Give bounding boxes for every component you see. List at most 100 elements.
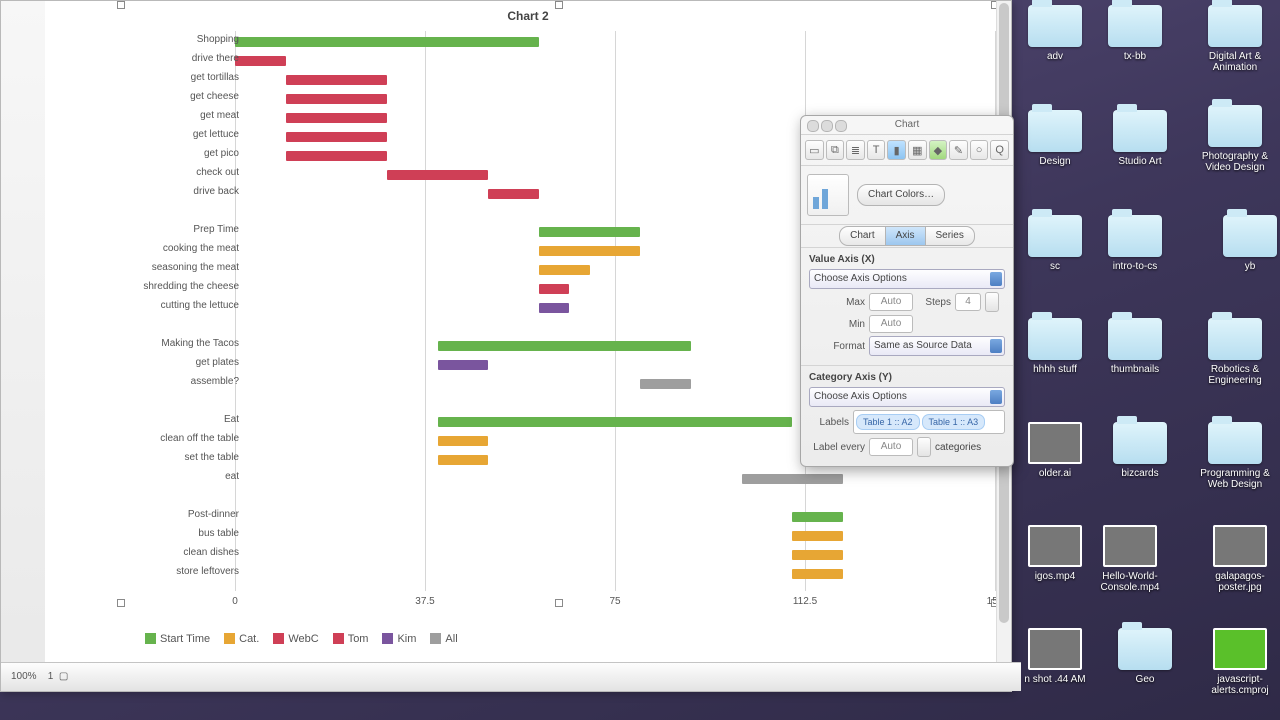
metrics-inspector-icon[interactable]: ✎	[949, 140, 968, 160]
category-label: Prep Time	[69, 224, 239, 235]
desktop-folder[interactable]: Design	[1010, 110, 1100, 167]
selection-handle-icon[interactable]	[117, 1, 125, 9]
legend-label[interactable]: Tom	[348, 633, 369, 645]
wrap-inspector-icon[interactable]: ≣	[846, 140, 865, 160]
desktop-folder[interactable]: thumbnails	[1090, 318, 1180, 375]
cell-ref-token[interactable]: Table 1 :: A3	[922, 414, 986, 430]
desktop-folder[interactable]: Photography & Video Design	[1190, 105, 1280, 173]
selection-handle-icon[interactable]	[555, 1, 563, 9]
tab-chart[interactable]: Chart	[839, 226, 885, 246]
desktop-folder[interactable]: adv	[1010, 5, 1100, 62]
steps-stepper[interactable]	[985, 292, 999, 312]
gantt-bar[interactable]	[286, 151, 387, 161]
category-label: shredding the cheese	[69, 281, 239, 292]
gantt-bar[interactable]	[235, 37, 539, 47]
chart-type-thumbnail[interactable]	[807, 174, 849, 216]
legend-label[interactable]: Kim	[397, 633, 416, 645]
zoom-icon[interactable]	[835, 120, 847, 132]
gantt-bar[interactable]	[438, 455, 489, 465]
folder-icon	[1108, 5, 1162, 47]
desktop-folder[interactable]: yb	[1205, 215, 1280, 272]
gantt-bar[interactable]	[438, 417, 793, 427]
chart-inspector-panel[interactable]: Chart ▭ ⧉ ≣ T ▮ ▦ ◆ ✎ ○ Q Chart Colors… …	[800, 115, 1014, 467]
legend-label[interactable]: Cat.	[239, 633, 259, 645]
selection-handle-icon[interactable]	[117, 599, 125, 607]
min-input[interactable]: Auto	[869, 315, 913, 333]
format-label: Format	[809, 341, 865, 352]
gantt-bar[interactable]	[286, 132, 387, 142]
desktop-folder[interactable]: hhhh stuff	[1010, 318, 1100, 375]
gantt-bar[interactable]	[792, 550, 843, 560]
text-inspector-icon[interactable]: T	[867, 140, 886, 160]
quicktime-inspector-icon[interactable]: Q	[990, 140, 1009, 160]
desktop-folder[interactable]: tx-bb	[1090, 5, 1180, 62]
gantt-bar[interactable]	[438, 341, 691, 351]
chart-legend[interactable]: Start Time Cat. WebC Tom Kim All	[135, 633, 458, 645]
format-select[interactable]: Same as Source Data	[869, 336, 1005, 356]
label-every-stepper[interactable]	[917, 437, 931, 457]
labels-token-field[interactable]: Table 1 :: A2 Table 1 :: A3	[853, 410, 1005, 434]
page-thumbnail-strip[interactable]	[1, 1, 46, 691]
tab-axis[interactable]: Axis	[886, 226, 925, 246]
desktop-folder[interactable]: Robotics & Engineering	[1190, 318, 1280, 386]
close-icon[interactable]	[807, 120, 819, 132]
gantt-bar[interactable]	[792, 569, 843, 579]
chart-colors-button[interactable]: Chart Colors…	[857, 184, 945, 206]
desktop-folder[interactable]: Geo	[1100, 628, 1190, 685]
desktop-file[interactable]: older.ai	[1010, 422, 1100, 479]
selection-handle-icon[interactable]	[555, 599, 563, 607]
value-axis-options-select[interactable]: Choose Axis Options	[809, 269, 1005, 289]
desktop-folder[interactable]: sc	[1010, 215, 1100, 272]
inspector-tabs: Chart Axis Series	[801, 225, 1013, 248]
desktop-folder[interactable]: intro-to-cs	[1090, 215, 1180, 272]
gridline	[425, 31, 426, 591]
gantt-bar[interactable]	[539, 265, 590, 275]
gantt-bar[interactable]	[235, 56, 286, 66]
steps-input[interactable]: 4	[955, 293, 981, 311]
tab-series[interactable]: Series	[925, 226, 975, 246]
gantt-bar[interactable]	[488, 189, 539, 199]
gantt-bar[interactable]	[286, 75, 387, 85]
desktop-folder[interactable]: Programming & Web Design	[1190, 422, 1280, 490]
gantt-bar[interactable]	[742, 474, 843, 484]
minimize-icon[interactable]	[821, 120, 833, 132]
category-label: Shopping	[69, 34, 239, 45]
gantt-bar[interactable]	[438, 360, 489, 370]
inspector-titlebar[interactable]: Chart	[801, 116, 1013, 135]
chart-inspector-icon[interactable]: ▮	[887, 140, 906, 160]
desktop-folder[interactable]: Digital Art & Animation	[1190, 5, 1280, 73]
gantt-bar[interactable]	[539, 246, 640, 256]
label-every-input[interactable]: Auto	[869, 438, 913, 456]
graphic-inspector-icon[interactable]: ◆	[929, 140, 948, 160]
zoom-level[interactable]: 100%	[11, 671, 37, 682]
legend-label[interactable]: Start Time	[160, 633, 210, 645]
gantt-bar[interactable]	[387, 170, 488, 180]
category-label: get plates	[69, 357, 239, 368]
layout-inspector-icon[interactable]: ⧉	[826, 140, 845, 160]
document-inspector-icon[interactable]: ▭	[805, 140, 824, 160]
desktop-file[interactable]: Hello-World-Console.mp4	[1085, 525, 1175, 593]
max-input[interactable]: Auto	[869, 293, 913, 311]
desktop-file[interactable]: galapagos-poster.jpg	[1195, 525, 1280, 593]
gantt-bar[interactable]	[539, 284, 569, 294]
gantt-bar[interactable]	[286, 113, 387, 123]
gantt-bar[interactable]	[438, 436, 489, 446]
gantt-bar[interactable]	[792, 531, 843, 541]
category-axis-options-select[interactable]: Choose Axis Options	[809, 387, 1005, 407]
table-inspector-icon[interactable]: ▦	[908, 140, 927, 160]
gantt-bar[interactable]	[539, 303, 569, 313]
cell-ref-token[interactable]: Table 1 :: A2	[856, 414, 920, 430]
hyperlink-inspector-icon[interactable]: ○	[970, 140, 989, 160]
desktop-folder[interactable]: bizcards	[1095, 422, 1185, 479]
legend-label[interactable]: WebC	[288, 633, 318, 645]
desktop-file[interactable]: javascript-alerts.cmproj	[1195, 628, 1280, 696]
chart-title[interactable]: Chart 2	[507, 9, 548, 23]
desktop-file[interactable]: n shot .44 AM	[1010, 628, 1100, 685]
desktop-item-label: Programming & Web Design	[1190, 468, 1280, 490]
legend-label[interactable]: All	[445, 633, 457, 645]
gantt-bar[interactable]	[539, 227, 640, 237]
gantt-bar[interactable]	[640, 379, 691, 389]
desktop-folder[interactable]: Studio Art	[1095, 110, 1185, 167]
gantt-bar[interactable]	[792, 512, 843, 522]
gantt-bar[interactable]	[286, 94, 387, 104]
